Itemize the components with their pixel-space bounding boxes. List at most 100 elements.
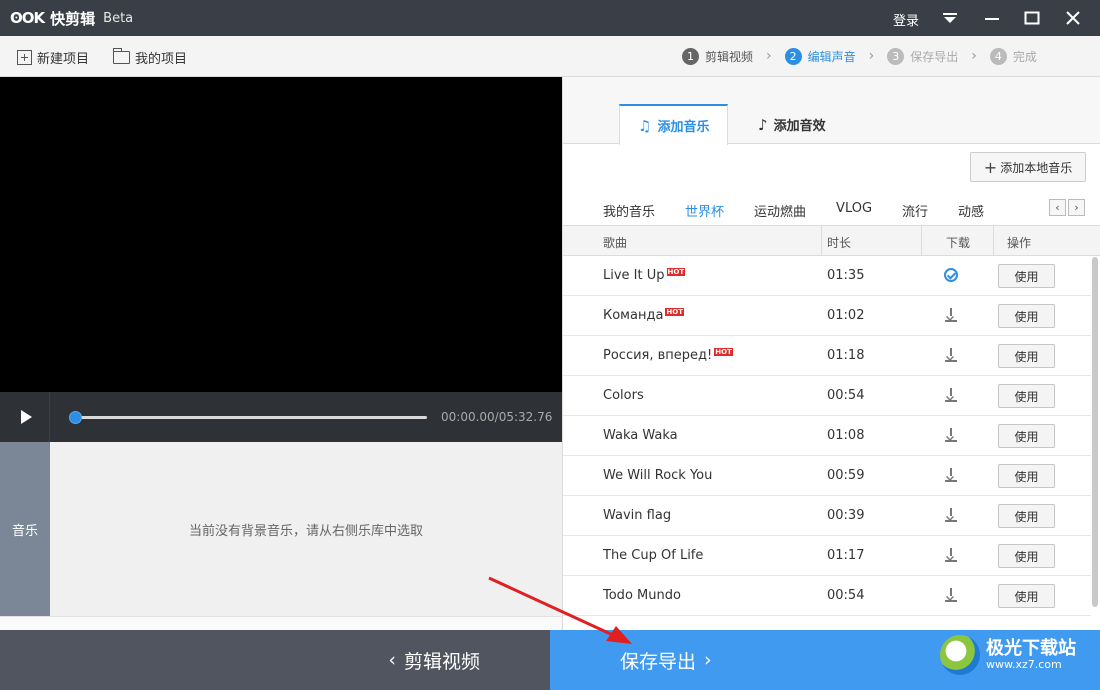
step-3: 3 保存导出 [887, 47, 959, 65]
sound-effect-icon: ♪ [758, 115, 768, 134]
download-icon [945, 308, 957, 322]
song-title-cell: We Will Rock You [603, 468, 712, 483]
table-row[interactable]: Wavin flag 00:39 使用 [563, 496, 1091, 536]
music-note-icon: ♫ [638, 116, 652, 135]
watermark-url: www.xz7.com [986, 657, 1062, 671]
use-song-button[interactable]: 使用 [998, 344, 1055, 368]
progress-bar[interactable] [72, 416, 427, 419]
column-divider [821, 226, 822, 256]
use-song-button[interactable]: 使用 [998, 464, 1055, 488]
table-row[interactable]: Todo Mundo 00:54 使用 [563, 576, 1091, 616]
use-song-button[interactable]: 使用 [998, 384, 1055, 408]
download-button[interactable] [943, 347, 959, 363]
use-song-button[interactable]: 使用 [998, 424, 1055, 448]
song-title: Live It Up [603, 268, 665, 283]
song-title-cell: Colors [603, 388, 644, 403]
tab-add-music[interactable]: ♫ 添加音乐 [619, 104, 729, 145]
category-tab[interactable]: 我的音乐 [603, 201, 655, 220]
song-title: Россия, вперед! [603, 348, 713, 363]
new-project-label: 新建项目 [37, 52, 90, 67]
use-song-button[interactable]: 使用 [998, 584, 1055, 608]
song-duration: 01:17 [827, 548, 865, 563]
my-projects-button[interactable]: 我的项目 [113, 48, 187, 67]
download-button[interactable] [943, 587, 959, 603]
back-to-edit-button[interactable]: ‹ 剪辑视频 [0, 630, 550, 690]
download-icon [945, 388, 957, 402]
tab-add-effects-label: 添加音效 [773, 119, 826, 134]
empty-music-message: 当前没有背景音乐，请从右侧乐库中选取 [188, 523, 423, 539]
step-2-number: 2 [784, 47, 802, 65]
table-row[interactable]: The Cup Of Life 01:17 使用 [563, 536, 1091, 576]
step-4: 4 完成 [989, 47, 1037, 65]
logo-mark: ʘOK [10, 9, 45, 27]
title-bar: ʘOK 快剪辑 Beta 登录 [0, 0, 1100, 36]
category-prev-icon[interactable]: ‹ [1049, 199, 1066, 216]
menu-dropdown-icon[interactable] [938, 6, 962, 30]
video-preview [0, 77, 562, 392]
maximize-icon[interactable] [1020, 6, 1044, 30]
close-icon[interactable] [1061, 6, 1085, 30]
category-tab[interactable]: 世界杯 [685, 201, 724, 220]
column-song: 歌曲 [603, 236, 628, 250]
download-button[interactable] [943, 387, 959, 403]
song-title-cell: Waka Waka [603, 428, 678, 443]
song-title: Wavin flag [603, 508, 672, 523]
download-icon [945, 348, 957, 362]
download-button[interactable] [943, 507, 959, 523]
category-next-icon[interactable]: › [1068, 199, 1085, 216]
music-library-panel: ♫ 添加音乐 ♪ 添加音效 + 添加本地音乐 我的音乐 世界杯 运动燃曲 VLOG 流行… [562, 77, 1100, 630]
table-row[interactable]: We Will Rock You 00:59 使用 [563, 456, 1091, 496]
hot-badge: HOT [665, 308, 685, 316]
download-button[interactable] [943, 467, 959, 483]
song-title: We Will Rock You [603, 468, 713, 483]
download-button[interactable] [943, 307, 959, 323]
tab-add-effects[interactable]: ♪ 添加音效 [740, 104, 844, 145]
song-title-cell: Россия, вперед! HOT [603, 348, 733, 363]
login-link[interactable]: 登录 [893, 10, 919, 29]
step-3-number: 3 [887, 47, 905, 65]
step-3-label: 保存导出 [910, 49, 959, 64]
step-1-label: 剪辑视频 [705, 49, 754, 64]
category-tab[interactable]: 运动燃曲 [754, 201, 806, 220]
play-button[interactable] [0, 392, 50, 442]
toolbar: 新建项目 我的项目 1 剪辑视频 › 2 编辑声音 › 3 保存导出 › 4 完… [0, 36, 1100, 77]
table-row[interactable]: Команда HOT 01:02 使用 [563, 296, 1091, 336]
progress-handle[interactable] [69, 411, 82, 424]
plus-square-icon [17, 50, 32, 65]
new-project-button[interactable]: 新建项目 [17, 48, 89, 67]
download-button[interactable] [943, 547, 959, 563]
category-tab[interactable]: 流行 [902, 201, 928, 220]
use-song-button[interactable]: 使用 [998, 504, 1055, 528]
download-icon [945, 468, 957, 482]
category-tab[interactable]: VLOG [836, 201, 872, 220]
table-row[interactable]: Waka Waka 01:08 使用 [563, 416, 1091, 456]
track-footer [0, 616, 562, 630]
column-divider [921, 226, 922, 256]
panel-tabs: ♫ 添加音乐 ♪ 添加音效 [563, 77, 1100, 145]
use-song-button[interactable]: 使用 [998, 264, 1055, 288]
download-button[interactable] [943, 267, 959, 283]
minimize-icon[interactable] [980, 6, 1004, 30]
song-title: Waka Waka [603, 428, 678, 443]
category-tab[interactable]: 动感 [958, 201, 984, 220]
download-button[interactable] [943, 427, 959, 443]
watermark-name: 极光下载站 [986, 638, 1076, 660]
add-local-music-label: 添加本地音乐 [1000, 160, 1073, 175]
use-song-button[interactable]: 使用 [998, 304, 1055, 328]
watermark-logo [940, 635, 980, 675]
add-local-music-button[interactable]: + 添加本地音乐 [970, 152, 1086, 182]
beta-badge: Beta [103, 10, 134, 26]
column-divider [993, 226, 994, 256]
use-song-button[interactable]: 使用 [998, 544, 1055, 568]
song-list-scrollbar[interactable] [1092, 257, 1098, 607]
category-tabs: 我的音乐 世界杯 运动燃曲 VLOG 流行 动感 [603, 201, 1014, 220]
table-row[interactable]: Colors 00:54 使用 [563, 376, 1091, 416]
song-title-cell: Live It Up HOT [603, 268, 686, 283]
step-2: 2 编辑声音 [784, 47, 856, 65]
table-row[interactable]: Live It Up HOT 01:35 使用 [563, 256, 1091, 296]
download-icon [945, 428, 957, 442]
play-icon [20, 410, 32, 424]
song-duration: 01:35 [827, 268, 865, 283]
table-row[interactable]: Россия, вперед! HOT 01:18 使用 [563, 336, 1091, 376]
player-controls: 00:00.00/05:32.76 [0, 392, 562, 442]
